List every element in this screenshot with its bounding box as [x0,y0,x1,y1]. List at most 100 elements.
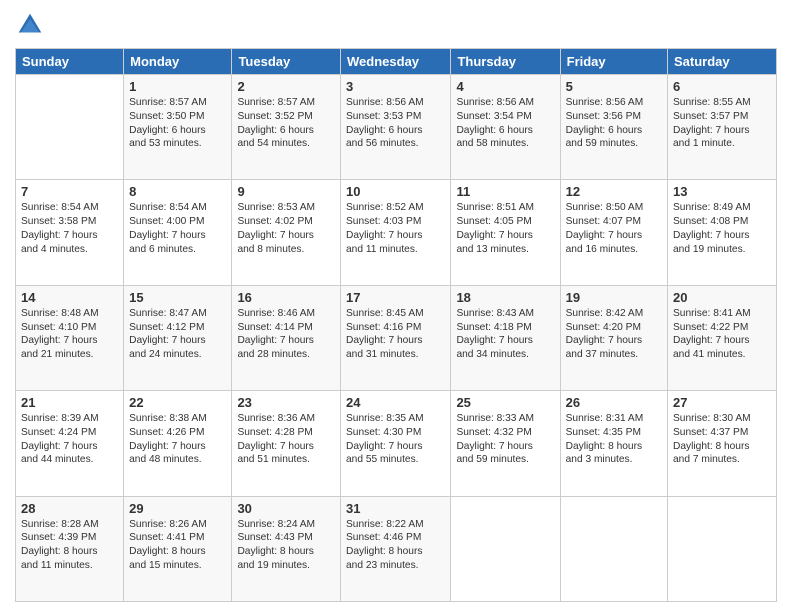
calendar-week-row: 7 Sunrise: 8:54 AM Sunset: 3:58 PM Daylig… [16,180,777,285]
day-info: Sunrise: 8:43 AM Sunset: 4:18 PM Dayligh… [456,307,554,362]
calendar-day-cell: 20 Sunrise: 8:41 AM Sunset: 4:22 PM Dayli… [668,285,777,390]
calendar-day-cell: 9Sunrise: 8:53 AM Sunset: 4:02 PM Daylig… [232,180,341,285]
day-info: Sunrise: 8:41 AM Sunset: 4:22 PM Dayligh… [673,307,771,362]
day-info: Sunrise: 8:24 AM Sunset: 4:43 PM Dayligh… [237,518,335,573]
day-number: 13 [673,184,771,199]
day-info: Sunrise: 8:56 AM Sunset: 3:53 PM Dayligh… [346,96,445,151]
day-info: Sunrise: 8:42 AM Sunset: 4:20 PM Dayligh… [566,307,662,362]
day-number: 10 [346,184,445,199]
logo [15,10,49,40]
day-of-week-header: Friday [560,49,667,75]
day-of-week-header: Thursday [451,49,560,75]
calendar-day-cell: 26 Sunrise: 8:31 AM Sunset: 4:35 PM Dayli… [560,391,667,496]
calendar-table: SundayMondayTuesdayWednesdayThursdayFrid… [15,48,777,602]
calendar-day-cell: 17 Sunrise: 8:45 AM Sunset: 4:16 PM Dayli… [341,285,451,390]
day-number: 22 [129,395,226,410]
calendar-day-cell: 29 Sunrise: 8:26 AM Sunset: 4:41 PM Dayli… [124,496,232,601]
calendar-day-cell: 3 Sunrise: 8:56 AM Sunset: 3:53 PM Daylig… [341,75,451,180]
day-info: Sunrise: 8:26 AM Sunset: 4:41 PM Dayligh… [129,518,226,573]
calendar-day-cell: 30 Sunrise: 8:24 AM Sunset: 4:43 PM Dayli… [232,496,341,601]
day-number: 6 [673,79,771,94]
day-info: Sunrise: 8:54 AM Sunset: 3:58 PM Dayligh… [21,201,118,256]
day-number: 29 [129,501,226,516]
day-info: Sunrise: 8:47 AM Sunset: 4:12 PM Dayligh… [129,307,226,362]
calendar-header-row: SundayMondayTuesdayWednesdayThursdayFrid… [16,49,777,75]
day-number: 5 [566,79,662,94]
day-of-week-header: Wednesday [341,49,451,75]
logo-icon [15,10,45,40]
day-info: Sunrise: 8:31 AM Sunset: 4:35 PM Dayligh… [566,412,662,467]
day-of-week-header: Saturday [668,49,777,75]
calendar-day-cell [668,496,777,601]
calendar-day-cell: 8 Sunrise: 8:54 AM Sunset: 4:00 PM Daylig… [124,180,232,285]
day-number: 24 [346,395,445,410]
day-info: Sunrise: 8:48 AM Sunset: 4:10 PM Dayligh… [21,307,118,362]
day-info: Sunrise: 8:22 AM Sunset: 4:46 PM Dayligh… [346,518,445,573]
day-number: 20 [673,290,771,305]
calendar-day-cell: 7 Sunrise: 8:54 AM Sunset: 3:58 PM Daylig… [16,180,124,285]
day-number: 16 [237,290,335,305]
day-number: 28 [21,501,118,516]
day-number: 7 [21,184,118,199]
day-number: 23 [237,395,335,410]
day-info: Sunrise: 8:33 AM Sunset: 4:32 PM Dayligh… [456,412,554,467]
calendar-day-cell: 19 Sunrise: 8:42 AM Sunset: 4:20 PM Dayli… [560,285,667,390]
day-number: 9 [237,184,335,199]
calendar-day-cell [16,75,124,180]
day-number: 21 [21,395,118,410]
calendar-day-cell: 13 Sunrise: 8:49 AM Sunset: 4:08 PM Dayli… [668,180,777,285]
day-number: 27 [673,395,771,410]
day-info: Sunrise: 8:45 AM Sunset: 4:16 PM Dayligh… [346,307,445,362]
day-number: 19 [566,290,662,305]
calendar-day-cell [451,496,560,601]
calendar-day-cell: 21Sunrise: 8:39 AM Sunset: 4:24 PM Dayli… [16,391,124,496]
day-info: Sunrise: 8:56 AM Sunset: 3:54 PM Dayligh… [456,96,554,151]
calendar-day-cell: 12Sunrise: 8:50 AM Sunset: 4:07 PM Dayli… [560,180,667,285]
day-number: 1 [129,79,226,94]
day-number: 14 [21,290,118,305]
calendar-day-cell: 28 Sunrise: 8:28 AM Sunset: 4:39 PM Dayli… [16,496,124,601]
calendar-day-cell: 10Sunrise: 8:52 AM Sunset: 4:03 PM Dayli… [341,180,451,285]
calendar-week-row: 14 Sunrise: 8:48 AM Sunset: 4:10 PM Dayli… [16,285,777,390]
calendar-day-cell [560,496,667,601]
calendar-day-cell: 4 Sunrise: 8:56 AM Sunset: 3:54 PM Daylig… [451,75,560,180]
day-of-week-header: Sunday [16,49,124,75]
day-number: 3 [346,79,445,94]
calendar-day-cell: 5 Sunrise: 8:56 AM Sunset: 3:56 PM Daylig… [560,75,667,180]
calendar-day-cell: 14 Sunrise: 8:48 AM Sunset: 4:10 PM Dayli… [16,285,124,390]
day-of-week-header: Monday [124,49,232,75]
day-info: Sunrise: 8:55 AM Sunset: 3:57 PM Dayligh… [673,96,771,151]
calendar-day-cell: 24Sunrise: 8:35 AM Sunset: 4:30 PM Dayli… [341,391,451,496]
calendar-day-cell: 23 Sunrise: 8:36 AM Sunset: 4:28 PM Dayli… [232,391,341,496]
day-number: 15 [129,290,226,305]
day-info: Sunrise: 8:38 AM Sunset: 4:26 PM Dayligh… [129,412,226,467]
day-number: 4 [456,79,554,94]
calendar-day-cell: 25 Sunrise: 8:33 AM Sunset: 4:32 PM Dayli… [451,391,560,496]
page: SundayMondayTuesdayWednesdayThursdayFrid… [0,0,792,612]
day-number: 31 [346,501,445,516]
day-number: 25 [456,395,554,410]
day-of-week-header: Tuesday [232,49,341,75]
day-info: Sunrise: 8:30 AM Sunset: 4:37 PM Dayligh… [673,412,771,467]
day-info: Sunrise: 8:57 AM Sunset: 3:50 PM Dayligh… [129,96,226,151]
day-info: Sunrise: 8:54 AM Sunset: 4:00 PM Dayligh… [129,201,226,256]
header [15,10,777,40]
day-number: 18 [456,290,554,305]
calendar-week-row: 21Sunrise: 8:39 AM Sunset: 4:24 PM Dayli… [16,391,777,496]
day-info: Sunrise: 8:51 AM Sunset: 4:05 PM Dayligh… [456,201,554,256]
calendar-day-cell: 18 Sunrise: 8:43 AM Sunset: 4:18 PM Dayli… [451,285,560,390]
day-number: 17 [346,290,445,305]
day-info: Sunrise: 8:36 AM Sunset: 4:28 PM Dayligh… [237,412,335,467]
day-number: 12 [566,184,662,199]
day-number: 2 [237,79,335,94]
calendar-day-cell: 6 Sunrise: 8:55 AM Sunset: 3:57 PM Daylig… [668,75,777,180]
day-info: Sunrise: 8:28 AM Sunset: 4:39 PM Dayligh… [21,518,118,573]
day-info: Sunrise: 8:56 AM Sunset: 3:56 PM Dayligh… [566,96,662,151]
day-number: 30 [237,501,335,516]
day-info: Sunrise: 8:49 AM Sunset: 4:08 PM Dayligh… [673,201,771,256]
calendar-day-cell: 2Sunrise: 8:57 AM Sunset: 3:52 PM Daylig… [232,75,341,180]
day-number: 11 [456,184,554,199]
day-number: 26 [566,395,662,410]
calendar-week-row: 28 Sunrise: 8:28 AM Sunset: 4:39 PM Dayli… [16,496,777,601]
day-number: 8 [129,184,226,199]
